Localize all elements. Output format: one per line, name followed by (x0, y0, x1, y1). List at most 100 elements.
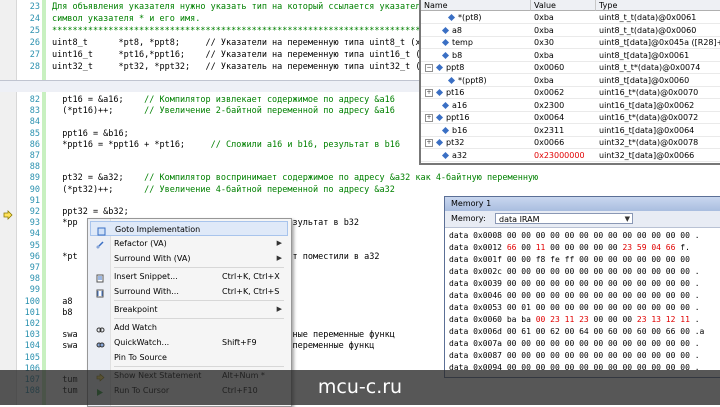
watch-value[interactable]: 0x0064 (534, 112, 594, 123)
memory-byte[interactable]: fe (550, 255, 564, 264)
memory-byte[interactable]: ba (521, 315, 535, 324)
memory-byte[interactable]: 00 (680, 279, 690, 288)
menu-item-breakpoint[interactable]: Breakpoint ▶ (90, 302, 288, 317)
code-line[interactable]: 25 **************************************… (0, 26, 420, 37)
memory-byte[interactable]: 62 (550, 327, 564, 336)
memory-byte[interactable]: 00 (594, 351, 608, 360)
memory-byte[interactable]: 00 (680, 351, 690, 360)
memory-byte[interactable]: 00 (608, 279, 622, 288)
memory-byte[interactable]: 66 (666, 243, 676, 252)
memory-byte[interactable]: 00 (637, 291, 651, 300)
memory-byte[interactable]: 00 (637, 351, 651, 360)
watch-value[interactable]: 0x0060 (534, 62, 594, 73)
memory-byte[interactable]: 00 (622, 255, 636, 264)
memory-byte[interactable]: 00 (507, 267, 521, 276)
memory-byte[interactable]: 00 (622, 231, 636, 240)
memory-byte[interactable]: 00 (666, 231, 680, 240)
memory-byte[interactable]: 00 (594, 327, 608, 336)
watch-row[interactable]: − ppt8 0x0060 uint8_t_t*(data)@0x0074 (421, 62, 720, 74)
watch-value[interactable]: 0xba (534, 75, 594, 86)
memory-byte[interactable]: 00 (565, 231, 579, 240)
menu-item-surround-with-va[interactable]: Surround With (VA) ▶ (90, 251, 288, 266)
memory-byte[interactable]: 00 (536, 327, 550, 336)
memory-row[interactable]: data 0x001f 00 00 f8 fe ff 00 00 00 00 0… (449, 254, 695, 265)
memory-byte[interactable]: 00 (608, 339, 622, 348)
memory-byte[interactable]: 00 (608, 243, 622, 252)
memory-byte[interactable]: 00 (651, 255, 665, 264)
memory-byte[interactable]: 00 (550, 231, 564, 240)
memory-byte[interactable]: 00 (579, 267, 593, 276)
expand-icon[interactable]: + (425, 114, 433, 122)
memory-row[interactable]: data 0x0060 ba ba 00 23 11 23 00 00 00 2… (449, 314, 700, 325)
memory-byte[interactable]: 23 (622, 243, 636, 252)
menu-item-pin-to-source[interactable]: Pin To Source (90, 350, 288, 365)
memory-byte[interactable]: 00 (550, 243, 564, 252)
menu-item-refactor-va[interactable]: Refactor (VA) ▶ (90, 236, 288, 251)
memory-byte[interactable]: 00 (579, 231, 593, 240)
watch-row[interactable]: b8 0xba uint8_t[data]@0x0061 (421, 50, 720, 62)
watch-value[interactable]: 0x0062 (534, 87, 594, 98)
memory-byte[interactable]: 00 (536, 279, 550, 288)
memory-byte[interactable]: 60 (637, 327, 651, 336)
watch-row[interactable]: *(ppt8) 0xba uint8_t[data]@0x0060 (421, 75, 720, 87)
memory-byte[interactable]: 00 (680, 303, 690, 312)
expand-icon[interactable]: + (425, 139, 433, 147)
memory-byte[interactable]: 00 (680, 339, 690, 348)
expand-icon[interactable]: + (425, 89, 433, 97)
memory-byte[interactable]: 23 (579, 315, 593, 324)
memory-row[interactable]: data 0x0008 00 00 00 00 00 00 00 00 00 0… (449, 230, 700, 241)
memory-byte[interactable]: 00 (536, 267, 550, 276)
memory-byte[interactable]: ba (507, 315, 521, 324)
memory-byte[interactable]: 00 (622, 339, 636, 348)
memory-row[interactable]: data 0x006d 00 61 00 62 00 64 00 60 00 6… (449, 326, 704, 337)
memory-byte[interactable]: 00 (594, 303, 608, 312)
watch-column-type[interactable]: Type (596, 0, 720, 11)
memory-byte[interactable]: 00 (536, 291, 550, 300)
memory-byte[interactable]: 00 (550, 279, 564, 288)
memory-row[interactable]: data 0x0053 00 01 00 00 00 00 00 00 00 0… (449, 302, 700, 313)
memory-byte[interactable]: 00 (507, 291, 521, 300)
memory-byte[interactable]: 00 (579, 243, 593, 252)
watch-row[interactable]: temp 0x30 uint8_t[data]@0x045a ([R28]+1) (421, 37, 720, 49)
memory-byte[interactable]: 00 (521, 255, 535, 264)
memory-byte[interactable]: 00 (666, 351, 680, 360)
code-line[interactable]: 26 uint8_t *pt8, *ppt8; // Указатели на п… (0, 38, 420, 49)
watch-value[interactable]: 0x2311 (534, 125, 594, 136)
memory-byte[interactable]: 00 (651, 303, 665, 312)
memory-byte[interactable]: 00 (622, 279, 636, 288)
watch-row[interactable]: a16 0x2300 uint16_t[data]@0x0062 (421, 100, 720, 112)
memory-byte[interactable]: 00 (579, 339, 593, 348)
memory-byte[interactable]: 00 (594, 279, 608, 288)
memory-byte[interactable]: 00 (521, 267, 535, 276)
watch-value[interactable]: 0x23000000 (534, 150, 594, 161)
memory-byte[interactable]: 00 (565, 303, 579, 312)
memory-byte[interactable]: 11 (536, 243, 550, 252)
menu-item-surround-with[interactable]: Surround With... Ctrl+K, Ctrl+S (90, 284, 288, 299)
memory-byte[interactable]: 00 (594, 291, 608, 300)
memory-byte[interactable]: 00 (608, 231, 622, 240)
memory-byte[interactable]: 01 (521, 303, 535, 312)
memory-row[interactable]: data 0x002c 00 00 00 00 00 00 00 00 00 0… (449, 266, 700, 277)
memory-byte[interactable]: 00 (666, 339, 680, 348)
memory-byte[interactable]: 00 (666, 303, 680, 312)
memory-byte[interactable]: 59 (637, 243, 651, 252)
memory-byte[interactable]: 00 (637, 255, 651, 264)
watch-value[interactable]: 0x2300 (534, 100, 594, 111)
memory-byte[interactable]: 00 (565, 243, 579, 252)
memory-byte[interactable]: 00 (565, 267, 579, 276)
watch-row[interactable]: + ppt16 0x0064 uint16_t*(data)@0x0072 (421, 112, 720, 124)
code-editor-top-pane[interactable]: 23 Для объявления указателя нужно указать… (0, 0, 420, 80)
watch-row[interactable]: + pt32 0x0066 uint32_t*(data)@0x0078 (421, 137, 720, 149)
memory-byte[interactable]: 00 (651, 339, 665, 348)
watch-value[interactable]: 0x0066 (534, 137, 594, 148)
memory-byte[interactable]: 00 (594, 315, 608, 324)
collapse-icon[interactable]: − (425, 64, 433, 72)
memory-byte[interactable]: 00 (565, 327, 579, 336)
memory-byte[interactable]: 00 (521, 243, 535, 252)
memory-byte[interactable]: 60 (608, 327, 622, 336)
memory-byte[interactable]: 00 (521, 291, 535, 300)
memory-byte[interactable]: 00 (637, 279, 651, 288)
memory-byte[interactable]: 00 (579, 351, 593, 360)
memory-byte[interactable]: 13 (651, 315, 665, 324)
memory-byte[interactable]: 00 (507, 231, 521, 240)
